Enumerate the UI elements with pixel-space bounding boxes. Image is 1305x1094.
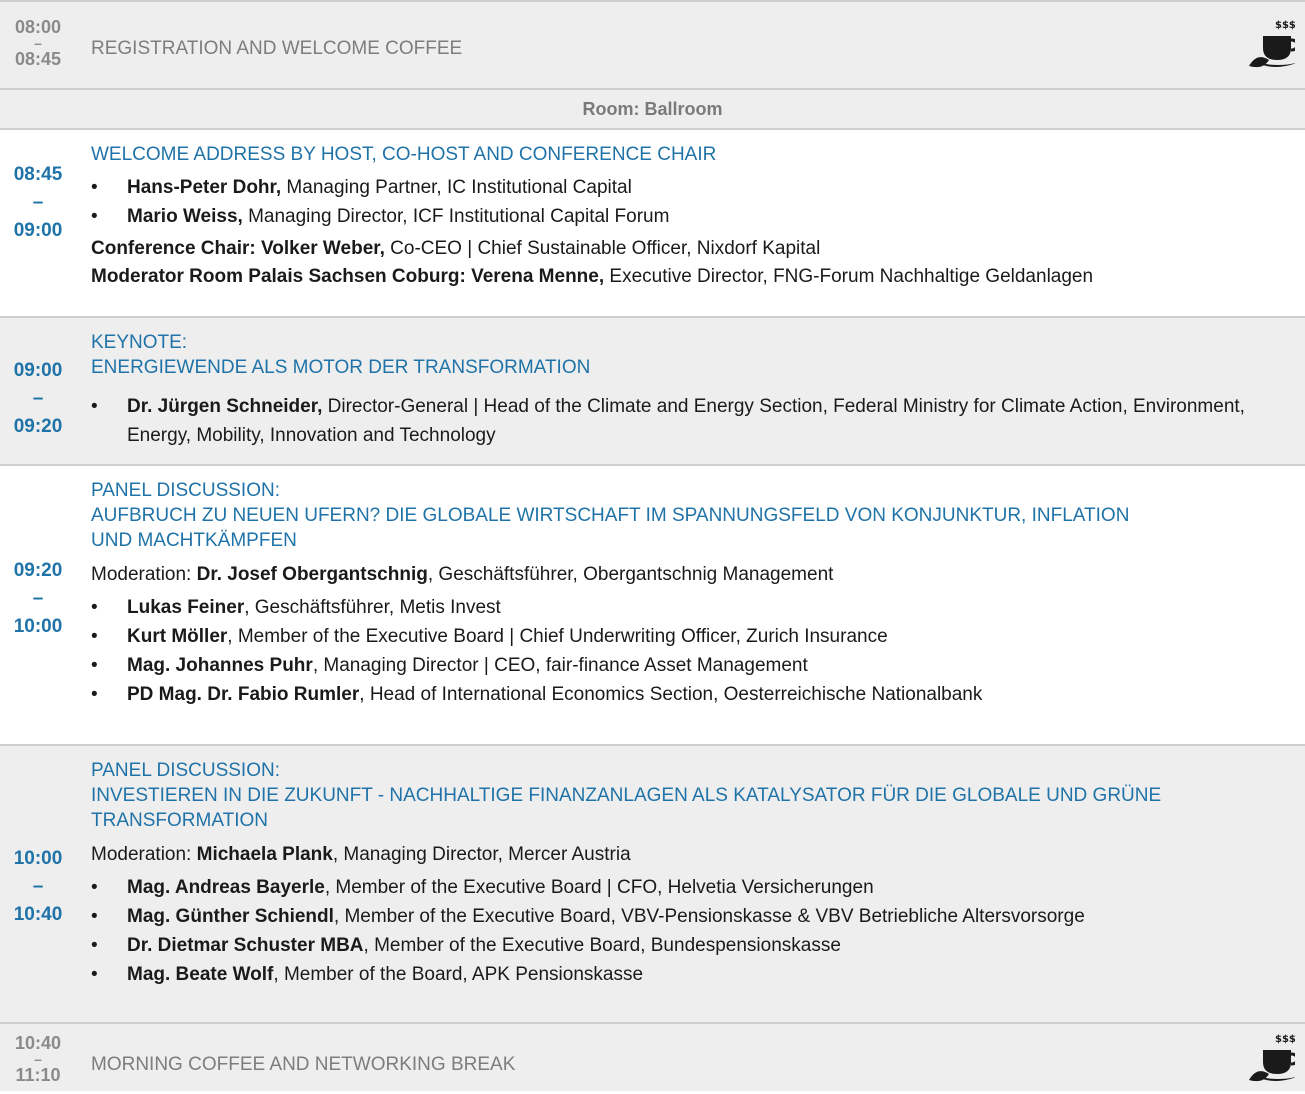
break-row: 08:00 – 08:45 REGISTRATION AND WELCOME C… <box>0 0 1305 96</box>
speaker-item: Mag. Andreas Bayerle, Member of the Exec… <box>91 873 1305 902</box>
svg-text:$$$: $$$ <box>1275 20 1295 31</box>
session-type: PANEL DISCUSSION: <box>91 480 280 501</box>
session-row: 09:20 – 10:00 PANEL DISCUSSION: AUFBRUCH… <box>0 464 1305 744</box>
speaker-item: Hans-Peter Dohr, Managing Partner, IC In… <box>91 173 1305 202</box>
session-content: PANEL DISCUSSION: INVESTIEREN IN DIE ZUK… <box>91 758 1305 989</box>
break-row: 10:40 – 11:10 MORNING COFFEE AND NETWORK… <box>0 1022 1305 1091</box>
session-title: AUFBRUCH ZU NEUEN UFERN? DIE GLOBALE WIR… <box>91 505 1130 551</box>
break-title: MORNING COFFEE AND NETWORKING BREAK <box>91 1054 516 1075</box>
moderation: Moderation: Michaela Plank, Managing Dir… <box>91 844 631 865</box>
session-time: 09:00 – 09:20 <box>13 360 63 437</box>
speaker-item: Mag. Günther Schiendl, Member of the Exe… <box>91 902 1305 931</box>
coffee-cup-icon: $$$ <box>1249 20 1295 68</box>
moderator: Moderator Room Palais Sachsen Coburg: Ve… <box>91 266 1094 287</box>
speaker-item: Mario Weiss, Managing Director, ICF Inst… <box>91 202 1305 231</box>
speaker-item: Dr. Dietmar Schuster MBA, Member of the … <box>91 931 1305 960</box>
session-row: 09:00 – 09:20 KEYNOTE: ENERGIEWENDE ALS … <box>0 316 1305 464</box>
speaker-item: Dr. Jürgen Schneider, Director-General |… <box>91 392 1305 450</box>
moderation: Moderation: Dr. Josef Obergantschnig, Ge… <box>91 564 834 585</box>
speaker-item: PD Mag. Dr. Fabio Rumler, Head of Intern… <box>91 680 1305 709</box>
speaker-item: Mag. Beate Wolf, Member of the Board, AP… <box>91 960 1305 989</box>
session-title: ENERGIEWENDE ALS MOTOR DER TRANSFORMATIO… <box>91 357 591 378</box>
session-content: PANEL DISCUSSION: AUFBRUCH ZU NEUEN UFER… <box>91 478 1305 709</box>
session-time: 09:20 – 10:00 <box>13 560 63 637</box>
break-title: REGISTRATION AND WELCOME COFFEE <box>91 38 463 59</box>
room-label: Room: Ballroom <box>582 99 723 119</box>
session-type: PANEL DISCUSSION: <box>91 760 280 781</box>
session-time: 08:45 – 09:00 <box>13 164 63 241</box>
session-content: WELCOME ADDRESS BY HOST, CO-HOST AND CON… <box>91 142 1305 291</box>
session-time: 10:40 – 11:10 <box>14 1033 62 1085</box>
session-row: 10:00 – 10:40 PANEL DISCUSSION: INVESTIE… <box>0 744 1305 1022</box>
session-content: KEYNOTE: ENERGIEWENDE ALS MOTOR DER TRAN… <box>91 330 1305 450</box>
session-time: 08:00 – 08:45 <box>14 17 62 69</box>
conference-chair: Conference Chair: Volker Weber, Co-CEO |… <box>91 238 821 259</box>
session-type: KEYNOTE: <box>91 332 188 353</box>
speaker-item: Lukas Feiner, Geschäftsführer, Metis Inv… <box>91 593 1305 622</box>
room-row: Room: Ballroom <box>0 88 1305 128</box>
speaker-item: Mag. Johannes Puhr, Managing Director | … <box>91 651 1305 680</box>
speaker-item: Kurt Möller, Member of the Executive Boa… <box>91 622 1305 651</box>
session-time: 10:00 – 10:40 <box>13 848 63 925</box>
svg-text:$$$: $$$ <box>1275 1034 1295 1045</box>
session-title: WELCOME ADDRESS BY HOST, CO-HOST AND CON… <box>91 144 717 165</box>
coffee-cup-icon: $$$ <box>1249 1034 1295 1082</box>
session-row: 08:45 – 09:00 WELCOME ADDRESS BY HOST, C… <box>0 128 1305 316</box>
session-title: INVESTIEREN IN DIE ZUKUNFT - NACHHALTIGE… <box>91 785 1162 831</box>
